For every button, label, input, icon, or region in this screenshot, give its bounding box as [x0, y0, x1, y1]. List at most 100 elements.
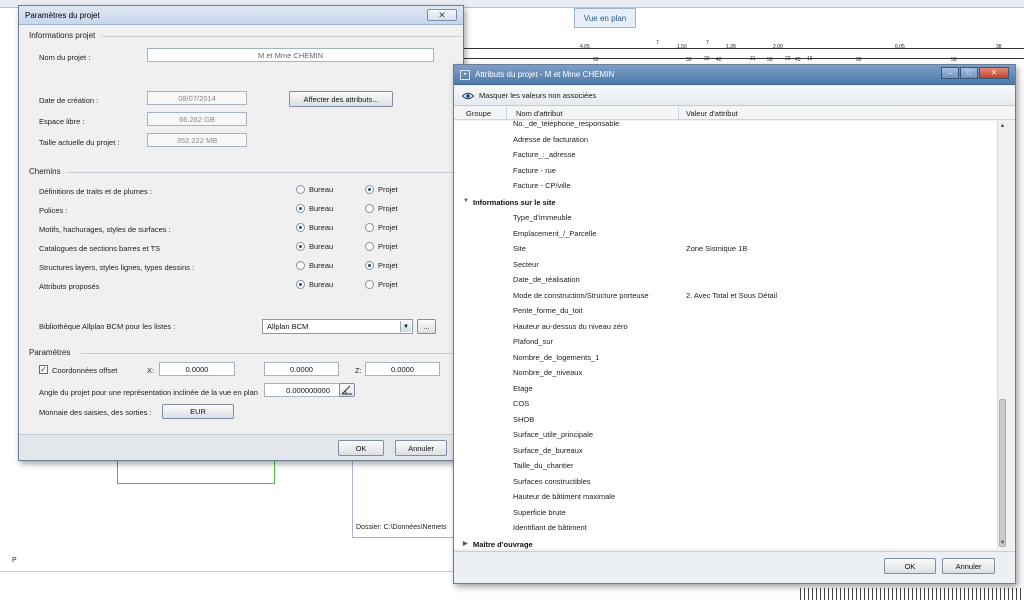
attribute-row[interactable]: Surface_utile_principale [454, 427, 1006, 442]
scroll-up-icon[interactable]: ▲ [998, 122, 1007, 131]
angle-pick-button[interactable] [339, 383, 355, 397]
attribute-row[interactable]: Mode de construction/Structure porteuse 2… [454, 288, 1006, 303]
offset-y-field[interactable]: 0.0000 [264, 362, 339, 376]
radio-indicator[interactable] [365, 280, 374, 289]
attribute-row[interactable]: Secteur [454, 257, 1006, 272]
dialog-title-bar[interactable]: Paramètres du projet ✕ [19, 6, 463, 25]
radio-indicator[interactable] [365, 204, 374, 213]
project-name-field[interactable]: M et Mme CHEMIN [147, 48, 434, 62]
dialog-title: Paramètres du projet [25, 10, 100, 20]
cancel-button[interactable]: Annuler [942, 558, 995, 574]
attribute-row[interactable]: Hauteur de bâtiment maximale [454, 489, 1006, 504]
column-header-value[interactable]: Valeur d'attribut [686, 109, 738, 118]
attribute-row[interactable]: Facture_:_adresse [454, 147, 1006, 162]
radio-bureau[interactable]: Bureau [296, 261, 333, 270]
dialog-footer: OK Annuler [19, 434, 463, 460]
attribute-row[interactable]: Plafond_sur [454, 334, 1006, 349]
radio-bureau[interactable]: Bureau [296, 242, 333, 251]
column-separator[interactable] [678, 107, 679, 120]
radio-indicator[interactable] [296, 223, 305, 232]
attribute-name: Emplacement_/_Parcelle [513, 228, 597, 238]
currency-button[interactable]: EUR [162, 404, 234, 419]
attribute-row[interactable]: Pente_forme_du_toit [454, 303, 1006, 318]
radio-projet[interactable]: Projet [365, 185, 398, 194]
ok-button[interactable]: OK [884, 558, 936, 574]
radio-indicator[interactable] [365, 261, 374, 270]
radio-projet[interactable]: Projet [365, 261, 398, 270]
radio-indicator[interactable] [296, 185, 305, 194]
ok-button[interactable]: OK [338, 440, 384, 456]
attribute-row[interactable]: Facture - CP/ville [454, 178, 1006, 193]
minimize-button[interactable]: – [941, 67, 959, 79]
column-header-name[interactable]: Nom d'attribut [516, 109, 562, 118]
creation-date-field: 08/07/2014 [147, 91, 247, 105]
dimension-label: 50 [951, 57, 957, 63]
attribute-row[interactable]: Site Zone Sismique 1B [454, 241, 1006, 256]
attribute-row[interactable]: Identifiant de bâtiment [454, 520, 1006, 535]
library-select-value: Allplan BCM [267, 322, 309, 331]
radio-indicator[interactable] [365, 223, 374, 232]
radio-bureau[interactable]: Bureau [296, 223, 333, 232]
attribute-row[interactable]: COS [454, 396, 1006, 411]
close-button[interactable]: ✕ [979, 67, 1009, 79]
attribute-name: Nombre_de_niveaux [513, 368, 583, 377]
cancel-button[interactable]: Annuler [395, 440, 447, 456]
radio-indicator[interactable] [365, 185, 374, 194]
radio-projet[interactable]: Projet [365, 242, 398, 251]
radio-bureau[interactable]: Bureau [296, 185, 333, 194]
offset-x-field[interactable]: 0.0000 [159, 362, 235, 376]
radio-projet[interactable]: Projet [365, 280, 398, 289]
close-button[interactable]: ✕ [427, 9, 457, 21]
radio-bureau[interactable]: Bureau [296, 204, 333, 213]
maximize-button[interactable]: □ [960, 67, 978, 79]
column-separator[interactable] [506, 107, 507, 120]
assign-attributes-button[interactable]: Affecter des attributs... [289, 91, 393, 107]
attribute-row[interactable]: Nombre_de_niveaux [454, 365, 1006, 380]
attribute-row[interactable]: Surfaces constructibles [454, 474, 1006, 489]
radio-indicator[interactable] [296, 204, 305, 213]
offset-checkbox[interactable]: ✓ [39, 365, 48, 374]
radio-indicator[interactable] [296, 242, 305, 251]
column-header-group[interactable]: Groupe [466, 109, 491, 118]
eye-icon[interactable] [462, 92, 474, 100]
radio-projet[interactable]: Projet [365, 223, 398, 232]
attribute-row[interactable]: SHOB [454, 412, 1006, 427]
attribute-row[interactable]: Emplacement_/_Parcelle [454, 226, 1006, 241]
dimension-label: 1.28 [726, 44, 736, 50]
attribute-row[interactable]: Facture - rue [454, 163, 1006, 178]
hide-unassigned-toggle[interactable]: Masquer les valeurs non associées [479, 91, 596, 100]
attribute-row[interactable]: Type_d'immeuble [454, 210, 1006, 225]
expand-down-icon[interactable]: ▼ [463, 198, 469, 204]
attribute-row[interactable]: Hauteur au-dessus du niveau zéro [454, 319, 1006, 334]
library-browse-button[interactable]: ... [417, 319, 436, 334]
view-tab-plan[interactable]: Vue en plan [574, 8, 636, 28]
radio-projet[interactable]: Projet [365, 204, 398, 213]
attribute-row[interactable]: Superficie brute [454, 505, 1006, 520]
scrollbar-thumb[interactable] [999, 399, 1006, 547]
attribute-name: COS [513, 399, 530, 408]
expand-right-icon[interactable]: ▶ [463, 540, 468, 547]
attribute-value[interactable]: Zone Sismique 1B [686, 244, 747, 253]
dialog-title-bar[interactable]: ▪ Attributs du projet - M et Mme CHEMIN … [454, 65, 1015, 85]
offset-z-field[interactable]: 0.0000 [365, 362, 440, 376]
dialog-footer: OK Annuler [454, 551, 1015, 583]
attribute-row[interactable]: Etage [454, 381, 1006, 396]
attribute-name: Surfaces constructibles [513, 476, 591, 486]
radio-indicator[interactable] [296, 280, 305, 289]
group-name: Informations sur le site [473, 197, 556, 207]
attribute-value[interactable]: 2. Avec Total et Sous Détail [686, 291, 777, 300]
scroll-down-icon[interactable]: ▼ [998, 539, 1007, 548]
radio-indicator[interactable] [296, 261, 305, 270]
vertical-scrollbar[interactable]: ▲ ▼ [997, 121, 1007, 549]
attribute-row[interactable]: Nombre_de_logements_1 [454, 350, 1006, 365]
dimension-label: 4.05 [580, 44, 590, 50]
library-select[interactable]: Allplan BCM ▼ [262, 319, 413, 334]
radio-indicator[interactable] [365, 242, 374, 251]
attribute-row[interactable]: Date_de_réalisation [454, 272, 1006, 287]
attribute-row[interactable]: Surface_de_bureaux [454, 443, 1006, 458]
attribute-row[interactable]: No._de_téléphone_responsable [454, 121, 1006, 131]
attribute-row[interactable]: Adresse de facturation [454, 132, 1006, 147]
radio-bureau[interactable]: Bureau [296, 280, 333, 289]
attribute-row[interactable]: Taille_du_chantier [454, 458, 1006, 473]
chevron-down-icon[interactable]: ▼ [400, 321, 411, 332]
